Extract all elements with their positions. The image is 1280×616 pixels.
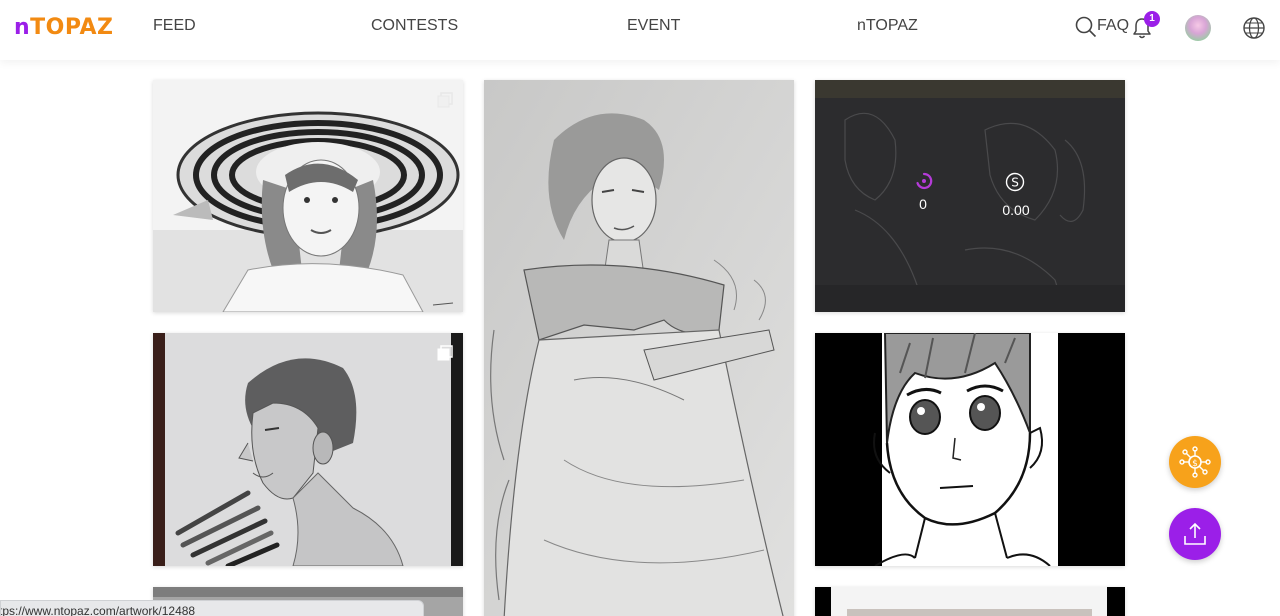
logo-rest: TOPAZ xyxy=(30,14,114,40)
artwork-card[interactable] xyxy=(815,587,1125,616)
artwork-card[interactable] xyxy=(153,80,463,312)
upload-button[interactable] xyxy=(1169,508,1221,560)
upload-icon xyxy=(1184,522,1206,545)
ntopaz-logo[interactable]: n TOPAZ xyxy=(14,14,113,40)
artwork-image xyxy=(153,333,463,566)
artwork-card[interactable] xyxy=(484,80,794,616)
artwork-image xyxy=(153,80,463,312)
artwork-card[interactable] xyxy=(153,333,463,566)
status-url: https://www.ntopaz.com/artwork/12488 xyxy=(0,604,196,616)
multiple-images-icon xyxy=(437,345,453,361)
artwork-image xyxy=(815,333,1125,566)
artwork-card[interactable]: 0 S 0.00 xyxy=(815,80,1125,312)
multiple-images-icon xyxy=(437,92,453,108)
artwork-image xyxy=(484,80,794,616)
likes-count: 0 xyxy=(919,196,927,212)
browser-status-bar: https://www.ntopaz.com/artwork/12488 xyxy=(0,600,424,616)
globe-icon[interactable] xyxy=(1242,16,1266,40)
avatar[interactable] xyxy=(1185,15,1211,41)
earnings-amount: 0.00 xyxy=(1002,202,1030,218)
svg-text:S: S xyxy=(1011,176,1019,190)
loading-spinner-icon xyxy=(916,172,933,190)
logo-n: n xyxy=(14,14,31,40)
top-navbar: n TOPAZ FEED CONTESTS EVENT nTOPAZ FAQ 1 xyxy=(0,0,1280,60)
artwork-image xyxy=(815,587,1125,616)
artwork-card[interactable] xyxy=(815,333,1125,566)
coin-icon: S xyxy=(1005,172,1025,192)
search-icon[interactable] xyxy=(1075,16,1097,38)
nav-contests[interactable]: CONTESTS xyxy=(371,17,458,35)
faq-link[interactable]: FAQ xyxy=(1097,17,1129,35)
svg-text:$: $ xyxy=(1192,459,1198,469)
network-coin-icon: $ xyxy=(1179,446,1211,478)
earn-network-button[interactable]: $ xyxy=(1169,436,1221,488)
nav-ntopaz[interactable]: nTOPAZ xyxy=(857,17,918,35)
notification-badge: 1 xyxy=(1144,11,1160,27)
nav-feed[interactable]: FEED xyxy=(153,17,196,35)
artwork-image xyxy=(815,80,1125,312)
nav-event[interactable]: EVENT xyxy=(627,17,680,35)
